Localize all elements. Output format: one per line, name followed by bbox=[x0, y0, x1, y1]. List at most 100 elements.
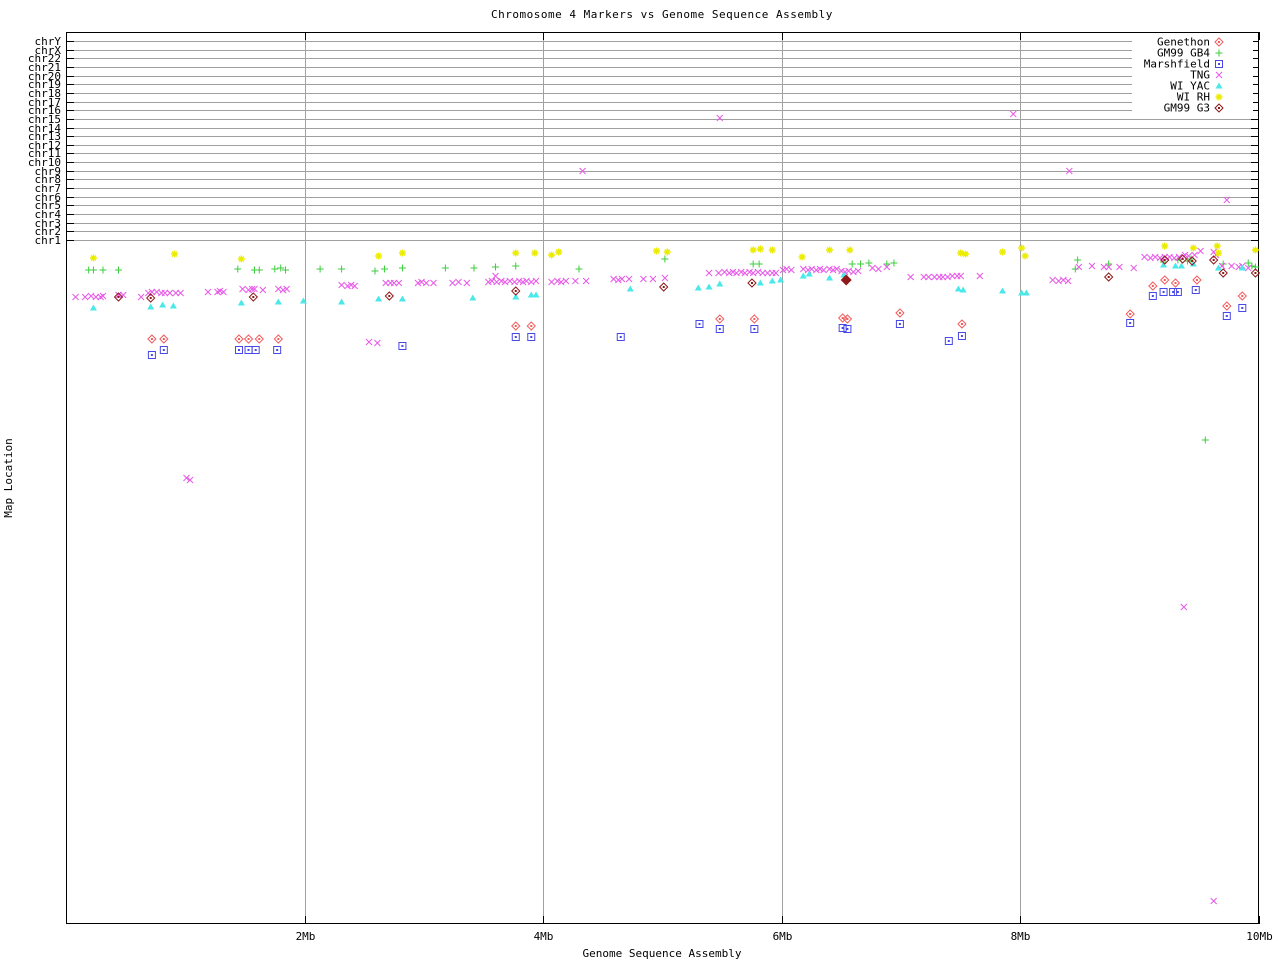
data-point bbox=[338, 281, 345, 289]
x-tick-label: 2Mb bbox=[296, 930, 316, 943]
data-point bbox=[204, 288, 212, 296]
data-point bbox=[384, 291, 395, 301]
x-tick-label: 4Mb bbox=[534, 930, 554, 943]
legend-label: GM99 G3 bbox=[1164, 102, 1210, 115]
data-point bbox=[89, 266, 97, 274]
data-point bbox=[169, 302, 177, 309]
data-point bbox=[962, 250, 970, 258]
data-point bbox=[640, 275, 647, 283]
data-point bbox=[159, 334, 169, 344]
series-wi-yac bbox=[89, 260, 1246, 311]
data-point bbox=[1103, 272, 1114, 282]
data-point bbox=[756, 245, 764, 253]
data-point bbox=[1148, 292, 1157, 300]
data-point bbox=[1192, 275, 1202, 285]
data-point bbox=[957, 272, 965, 280]
data-point bbox=[137, 293, 145, 301]
data-point bbox=[976, 272, 984, 280]
data-point bbox=[787, 266, 795, 274]
data-point bbox=[99, 266, 107, 274]
data-point bbox=[239, 285, 246, 293]
data-point bbox=[715, 325, 724, 333]
data-point bbox=[1064, 277, 1072, 285]
data-point bbox=[470, 264, 478, 272]
data-point bbox=[244, 346, 253, 354]
data-point bbox=[259, 286, 267, 294]
data-point bbox=[705, 269, 713, 277]
data-point bbox=[371, 267, 379, 275]
data-point bbox=[715, 269, 722, 277]
data-point bbox=[1210, 897, 1218, 905]
data-point bbox=[469, 294, 477, 301]
data-point bbox=[658, 282, 669, 292]
data-point bbox=[749, 246, 757, 254]
data-point bbox=[661, 274, 669, 282]
data-point bbox=[826, 246, 834, 254]
data-point bbox=[430, 279, 437, 287]
data-point bbox=[865, 259, 873, 267]
data-point bbox=[248, 292, 259, 302]
data-point bbox=[531, 249, 539, 257]
data-point bbox=[147, 334, 157, 344]
x-tick-label: 10Mb bbox=[1246, 930, 1273, 943]
data-point bbox=[756, 279, 764, 286]
data-point bbox=[492, 272, 499, 280]
data-point bbox=[626, 285, 634, 292]
data-point bbox=[715, 314, 725, 324]
data-point bbox=[375, 295, 383, 302]
data-point bbox=[1021, 252, 1029, 260]
data-point bbox=[755, 260, 763, 268]
data-point bbox=[166, 289, 174, 297]
x-tick-label: 8Mb bbox=[1011, 930, 1031, 943]
series-tng bbox=[72, 110, 1252, 905]
x-axis-label: Genome Sequence Assembly bbox=[583, 947, 742, 960]
data-point bbox=[1215, 93, 1223, 101]
data-point bbox=[799, 272, 807, 279]
data-point bbox=[1130, 264, 1138, 272]
data-point bbox=[875, 265, 882, 273]
data-point bbox=[848, 260, 856, 268]
data-point bbox=[97, 293, 104, 301]
data-point bbox=[316, 265, 324, 273]
data-point bbox=[511, 321, 521, 331]
data-point bbox=[171, 250, 179, 258]
data-point bbox=[398, 249, 406, 257]
data-point bbox=[237, 299, 245, 306]
data-point bbox=[572, 277, 579, 285]
data-point bbox=[114, 266, 122, 274]
data-point bbox=[441, 264, 449, 272]
data-point bbox=[548, 251, 556, 259]
data-point bbox=[1191, 286, 1200, 294]
data-point bbox=[398, 295, 406, 302]
data-point bbox=[747, 278, 757, 288]
data-point bbox=[575, 265, 583, 273]
data-point bbox=[422, 279, 430, 287]
data-point bbox=[365, 338, 373, 346]
data-point bbox=[1126, 319, 1135, 327]
data-point bbox=[89, 254, 97, 262]
data-point bbox=[649, 275, 657, 283]
data-point bbox=[653, 247, 661, 255]
data-point bbox=[1116, 263, 1123, 271]
data-point bbox=[1222, 312, 1231, 320]
data-point bbox=[846, 246, 854, 254]
data-point bbox=[395, 279, 403, 287]
data-point bbox=[957, 332, 966, 340]
data-point bbox=[234, 346, 243, 354]
legend: GenethonGM99 GB4MarshfieldTNGWI YACWI RH… bbox=[1132, 36, 1253, 115]
data-point bbox=[798, 253, 806, 261]
data-point bbox=[857, 260, 865, 268]
data-point bbox=[398, 342, 407, 350]
data-point bbox=[1160, 275, 1170, 285]
data-point bbox=[716, 114, 724, 122]
data-point bbox=[1009, 110, 1017, 118]
data-point bbox=[1197, 247, 1204, 255]
data-point bbox=[1018, 244, 1026, 252]
chart-layer: chrYchrXchr22chr21chr20chr19chr18chr17ch… bbox=[28, 32, 1273, 943]
data-point bbox=[1177, 262, 1185, 269]
data-point bbox=[1189, 244, 1197, 252]
data-point bbox=[398, 264, 406, 272]
data-point bbox=[243, 334, 254, 344]
data-point bbox=[511, 333, 520, 341]
data-point bbox=[251, 346, 260, 354]
